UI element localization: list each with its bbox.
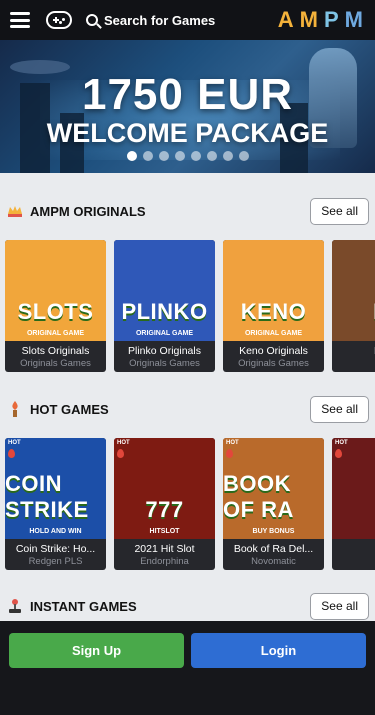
see-all-button[interactable]: See all [310, 592, 369, 620]
section-title: AMPM ORIGINALS [30, 203, 146, 219]
game-name: H [332, 543, 375, 555]
logo-letter: P [323, 7, 341, 32]
game-card[interactable]: KENO ORIGINAL GAME Keno Originals Originals… [223, 240, 324, 372]
carousel-dot[interactable] [238, 151, 249, 161]
login-button[interactable]: Login [191, 633, 366, 668]
see-all-button[interactable]: See all [310, 395, 369, 423]
hot-badge: HOT [226, 440, 239, 446]
game-provider: Originals Games [238, 358, 309, 369]
game-thumbnail: HOT BOOK OF RA BUY BONUS [223, 438, 324, 539]
game-logo-text: 777 [145, 497, 184, 522]
game-name: Keno Originals [239, 345, 308, 357]
hot-badge: HOT [117, 440, 130, 446]
top-bar: Search for Games A M P M [0, 0, 375, 40]
brand-logo[interactable]: A M P M [278, 7, 365, 33]
carousel-dot[interactable] [174, 151, 185, 161]
carousel-dot[interactable] [190, 151, 201, 161]
game-logo-text: SLOTS [17, 299, 94, 324]
crown-icon [6, 202, 24, 220]
carousel-dot[interactable] [126, 151, 137, 161]
section-hot-header: HOT GAMES See all [0, 394, 375, 424]
game-thumbnail: KENO ORIGINAL GAME [223, 240, 324, 341]
game-card[interactable]: HOTH H [332, 438, 375, 570]
carousel-dots [0, 151, 375, 161]
game-thumbnail: HOT COIN STRIKE HOLD AND WIN [5, 438, 106, 539]
game-provider: Redgen PLS [28, 556, 83, 567]
game-logo-subtitle: ORIGINAL GAME [26, 330, 85, 337]
flame-icon [8, 449, 15, 458]
game-logo-subtitle: HITSLOT [149, 528, 180, 535]
game-thumbnail: HOT 777 HITSLOT [114, 438, 215, 539]
search-label: Search for Games [104, 12, 216, 28]
game-logo-subtitle: BUY BONUS [252, 528, 295, 535]
hot-badge: HOT [8, 440, 21, 446]
logo-letter: A [277, 7, 296, 32]
game-logo-text: BOOK OF RA [223, 471, 294, 522]
joystick-icon [6, 597, 24, 615]
search-icon [86, 14, 98, 26]
hot-games-row: HOT COIN STRIKE HOLD AND WIN Coin Strike: H… [5, 438, 375, 570]
menu-icon[interactable] [10, 12, 30, 28]
game-provider: Novomatic [251, 556, 296, 567]
logo-letter: M [344, 7, 365, 32]
game-name: Book of Ra Del... [233, 543, 314, 555]
game-card[interactable]: HOT BOOK OF RA BUY BONUS Book of Ra Del... N… [223, 438, 324, 570]
game-card[interactable]: HOT 777 HITSLOT 2021 Hit Slot Endorphina [114, 438, 215, 570]
game-name: 2021 Hit Slot [134, 543, 195, 555]
torch-icon [6, 400, 24, 418]
section-title: HOT GAMES [30, 401, 109, 417]
flame-icon [117, 449, 124, 458]
section-originals-header: AMPM ORIGINALS See all [0, 196, 375, 226]
game-logo-text: KENO [240, 299, 307, 324]
gamepad-icon[interactable] [46, 11, 72, 29]
carousel-dot[interactable] [222, 151, 233, 161]
see-all-button[interactable]: See all [310, 197, 369, 225]
game-thumbnail: M [332, 240, 375, 341]
game-name: Plinko Originals [128, 345, 201, 357]
sign-up-button[interactable]: Sign Up [9, 633, 184, 668]
game-provider: Ori [332, 358, 375, 369]
game-provider: Originals Games [129, 358, 200, 369]
game-logo-subtitle: ORIGINAL GAME [135, 330, 194, 337]
section-title: INSTANT GAMES [30, 598, 137, 614]
game-logo-text: COIN STRIKE [5, 471, 89, 522]
game-name: Slots Originals [21, 345, 90, 357]
game-logo-subtitle: ORIGINAL GAME [244, 330, 303, 337]
game-logo-text: PLINKO [121, 299, 208, 324]
search-button[interactable]: Search for Games [86, 13, 215, 28]
game-card[interactable]: HOT COIN STRIKE HOLD AND WIN Coin Strike: H… [5, 438, 106, 570]
game-thumbnail: SLOTS ORIGINAL GAME [5, 240, 106, 341]
logo-letter: M [299, 7, 320, 32]
game-thumbnail: HOTH [332, 438, 375, 539]
section-instant-header: INSTANT GAMES See all [0, 591, 375, 621]
banner-amount: 1750 EUR [81, 70, 293, 119]
auth-footer: Sign Up Login [0, 621, 375, 715]
game-logo-subtitle: HOLD AND WIN [29, 528, 82, 535]
carousel-dot[interactable] [206, 151, 217, 161]
game-card[interactable]: M MinOri [332, 240, 375, 372]
originals-row: SLOTS ORIGINAL GAME Slots Originals Origina… [5, 240, 375, 372]
game-thumbnail: PLINKO ORIGINAL GAME [114, 240, 215, 341]
game-provider: Originals Games [20, 358, 91, 369]
game-provider: Endorphina [140, 556, 189, 567]
game-card[interactable]: SLOTS ORIGINAL GAME Slots Originals Origina… [5, 240, 106, 372]
flame-icon [335, 449, 342, 458]
carousel-dot[interactable] [158, 151, 169, 161]
game-name: Coin Strike: Ho... [15, 543, 96, 555]
game-name: Min [332, 345, 375, 357]
hot-badge: HOT [335, 440, 348, 446]
flame-icon [226, 449, 233, 458]
carousel-dot[interactable] [142, 151, 153, 161]
banner-package: WELCOME PACKAGE [46, 118, 329, 148]
game-card[interactable]: PLINKO ORIGINAL GAME Plinko Originals Origi… [114, 240, 215, 372]
